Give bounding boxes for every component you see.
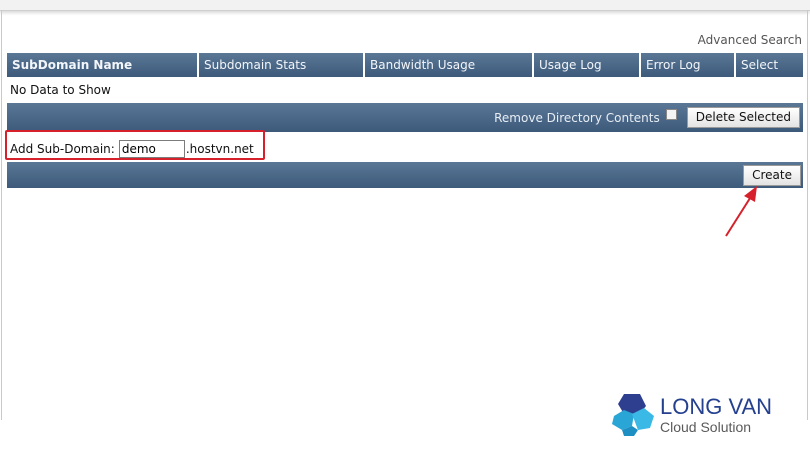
logo-title: LONG VAN bbox=[660, 394, 773, 419]
left-border bbox=[1, 10, 2, 420]
right-border bbox=[807, 10, 808, 420]
window-top-edge bbox=[0, 0, 810, 11]
create-button[interactable]: Create bbox=[743, 164, 801, 186]
logo-subtitle: Cloud Solution bbox=[660, 419, 752, 435]
column-subdomain-stats[interactable]: Subdomain Stats bbox=[199, 53, 363, 77]
remove-directory-checkbox[interactable] bbox=[665, 109, 677, 120]
create-bar: Create bbox=[7, 162, 803, 188]
column-usage-log[interactable]: Usage Log bbox=[534, 53, 639, 77]
empty-table-message: No Data to Show bbox=[10, 83, 111, 97]
bulk-actions-bar: Remove Directory Contents Delete Selecte… bbox=[7, 103, 803, 132]
highlight-box bbox=[5, 130, 265, 160]
brand-logo: LONG VAN Cloud Solution bbox=[610, 390, 810, 440]
column-subdomain-name[interactable]: SubDomain Name bbox=[7, 53, 197, 77]
column-bandwidth-usage[interactable]: Bandwidth Usage bbox=[365, 53, 532, 77]
remove-directory-label: Remove Directory Contents bbox=[494, 110, 660, 125]
column-select[interactable]: Select bbox=[736, 53, 803, 77]
table-header: SubDomain Name Subdomain Stats Bandwidth… bbox=[7, 53, 803, 77]
delete-selected-button[interactable]: Delete Selected bbox=[686, 107, 800, 128]
advanced-search-link[interactable]: Advanced Search bbox=[698, 33, 802, 47]
column-error-log[interactable]: Error Log bbox=[641, 53, 734, 77]
long-van-logo-icon bbox=[612, 394, 654, 436]
